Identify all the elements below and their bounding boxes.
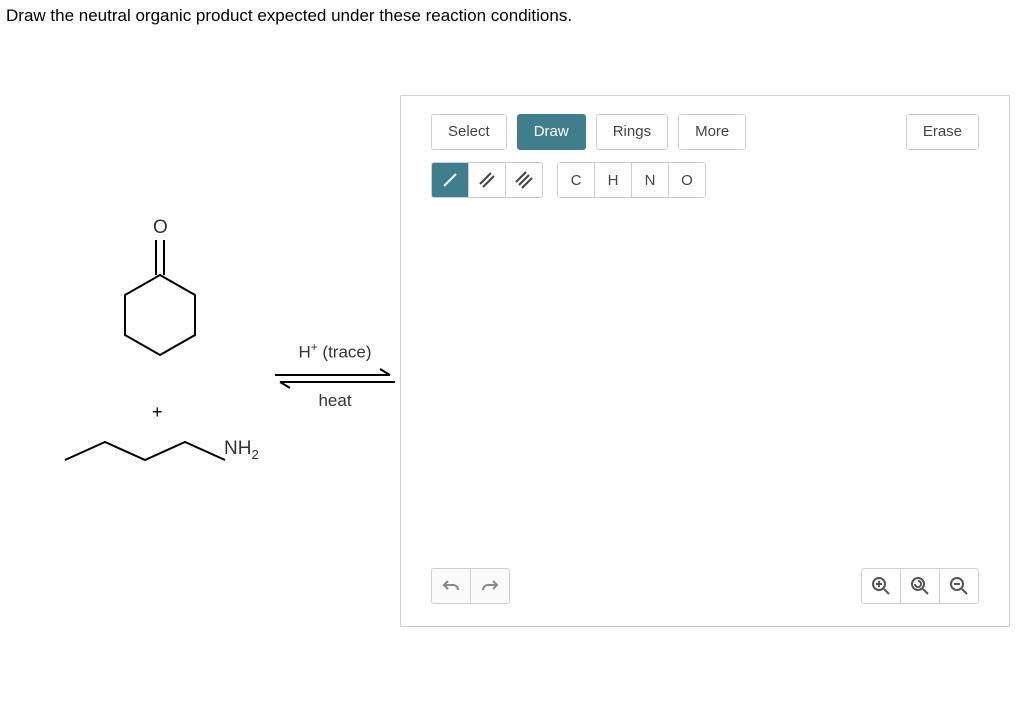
- equilibrium-arrow: [270, 367, 400, 387]
- condition-top: H+ (trace): [270, 340, 400, 363]
- drawing-toolbar: Select Draw Rings More Erase: [431, 114, 979, 198]
- reaction-arrow-block: H+ (trace) heat: [270, 340, 400, 411]
- triple-bond-tool[interactable]: [505, 163, 542, 197]
- atom-h[interactable]: H: [594, 163, 631, 197]
- zoom-in-button[interactable]: [862, 569, 900, 603]
- undo-icon: [442, 578, 460, 594]
- redo-icon: [481, 578, 499, 594]
- condition-bottom: heat: [270, 391, 400, 411]
- double-bond-icon: [478, 171, 496, 189]
- atom-c[interactable]: C: [558, 163, 594, 197]
- zoom-reset-button[interactable]: [900, 569, 939, 603]
- history-controls: [431, 568, 510, 604]
- triple-bond-icon: [515, 171, 533, 189]
- question-prompt: Draw the neutral organic product expecte…: [6, 6, 572, 26]
- atom-o[interactable]: O: [668, 163, 705, 197]
- double-bond-tool[interactable]: [468, 163, 505, 197]
- zoom-controls: [861, 568, 979, 604]
- bond-tools: [431, 162, 543, 198]
- reaction-scheme: O + NH2 H+ (trace) heat: [40, 220, 390, 500]
- single-bond-icon: [441, 171, 459, 189]
- drawing-panel: Select Draw Rings More Erase: [400, 95, 1010, 627]
- cyclohexanone-structure: [100, 220, 220, 380]
- single-bond-tool[interactable]: [432, 163, 468, 197]
- mode-tabs: Select Draw Rings More Erase: [431, 114, 979, 150]
- tab-rings[interactable]: Rings: [596, 114, 668, 150]
- undo-button[interactable]: [432, 569, 470, 603]
- zoom-out-icon: [949, 576, 969, 596]
- propylamine-structure: [60, 430, 230, 480]
- tab-draw[interactable]: Draw: [517, 114, 586, 150]
- zoom-in-icon: [871, 576, 891, 596]
- atom-n[interactable]: N: [631, 163, 668, 197]
- tab-more[interactable]: More: [678, 114, 746, 150]
- amine-label: NH2: [224, 438, 259, 462]
- tab-erase[interactable]: Erase: [906, 114, 979, 150]
- oxygen-label: O: [153, 217, 168, 239]
- atom-tools: C H N O: [557, 162, 706, 198]
- plus-sign: +: [152, 402, 163, 423]
- tab-select[interactable]: Select: [431, 114, 507, 150]
- zoom-reset-icon: [910, 576, 930, 596]
- zoom-out-button[interactable]: [939, 569, 978, 603]
- redo-button[interactable]: [470, 569, 509, 603]
